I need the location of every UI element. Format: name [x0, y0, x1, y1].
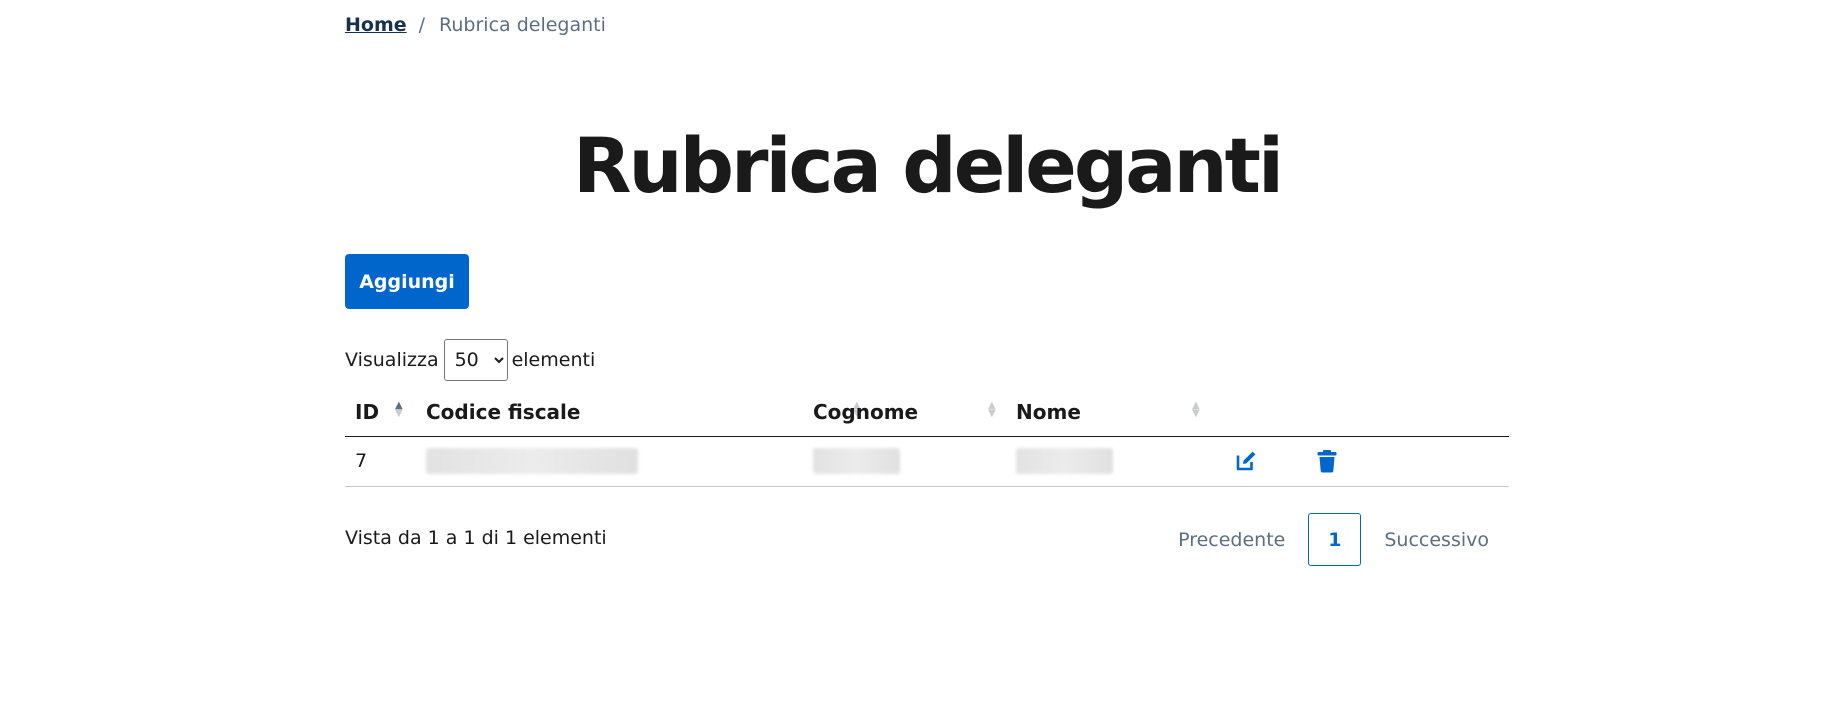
page-length-select[interactable]: 50 — [443, 339, 508, 381]
table-header-row: ID ▲ ▼ Codice fiscale ▲ ▼ Cognome ▲ ▼ Nome … — [345, 388, 1509, 437]
table-info: Vista da 1 a 1 di 1 elementi — [345, 527, 607, 549]
delegates-table: ID ▲ ▼ Codice fiscale ▲ ▼ Cognome ▲ ▼ Nome … — [345, 388, 1509, 487]
pagination-previous[interactable]: Precedente — [1178, 529, 1285, 551]
pagination-page-current[interactable]: 1 — [1308, 513, 1362, 566]
pagination: Precedente 1 Successivo — [1178, 513, 1489, 566]
cell-codice-fiscale — [416, 436, 803, 487]
column-header-nome[interactable]: Nome ▲ ▼ — [1006, 388, 1213, 437]
column-header-id[interactable]: ID ▲ ▼ — [345, 388, 416, 437]
length-prefix: Visualizza — [345, 349, 439, 371]
column-header-delete — [1299, 388, 1509, 437]
cell-delete — [1299, 436, 1509, 487]
breadcrumb: Home / Rubrica deleganti — [345, 14, 606, 36]
redacted-value — [813, 448, 900, 474]
column-header-id-label: ID — [355, 399, 380, 424]
sort-icon: ▲ ▼ — [1192, 400, 1200, 419]
sort-ascending-icon: ▲ ▼ — [395, 400, 403, 419]
page-title: Rubrica deleganti — [572, 121, 1284, 210]
length-suffix: elementi — [511, 349, 596, 371]
cell-nome — [1006, 436, 1213, 487]
sort-icon: ▲ ▼ — [988, 400, 996, 419]
page-length-control: Visualizza 50 elementi — [345, 339, 595, 381]
column-header-codice-fiscale-label: Codice fiscale — [426, 399, 581, 424]
column-header-cognome-label: Cognome — [813, 399, 919, 424]
column-header-cognome[interactable]: Cognome ▲ ▼ — [803, 388, 1006, 437]
add-button[interactable]: Aggiungi — [345, 254, 469, 309]
column-header-nome-label: Nome — [1016, 399, 1081, 424]
breadcrumb-separator: / — [418, 14, 426, 36]
column-header-edit — [1213, 388, 1299, 437]
table-row: 7 — [345, 436, 1509, 487]
breadcrumb-current: Rubrica deleganti — [439, 14, 606, 36]
column-header-codice-fiscale[interactable]: Codice fiscale ▲ ▼ — [416, 388, 861, 437]
redacted-value — [1016, 448, 1113, 474]
cell-id: 7 — [345, 436, 416, 487]
cell-edit — [1213, 436, 1299, 487]
edit-icon[interactable] — [1230, 445, 1262, 477]
pagination-next[interactable]: Successivo — [1384, 529, 1489, 551]
breadcrumb-home-link[interactable]: Home — [345, 14, 407, 36]
redacted-value — [426, 448, 638, 474]
cell-cognome — [803, 436, 1006, 487]
trash-icon[interactable] — [1311, 445, 1343, 477]
